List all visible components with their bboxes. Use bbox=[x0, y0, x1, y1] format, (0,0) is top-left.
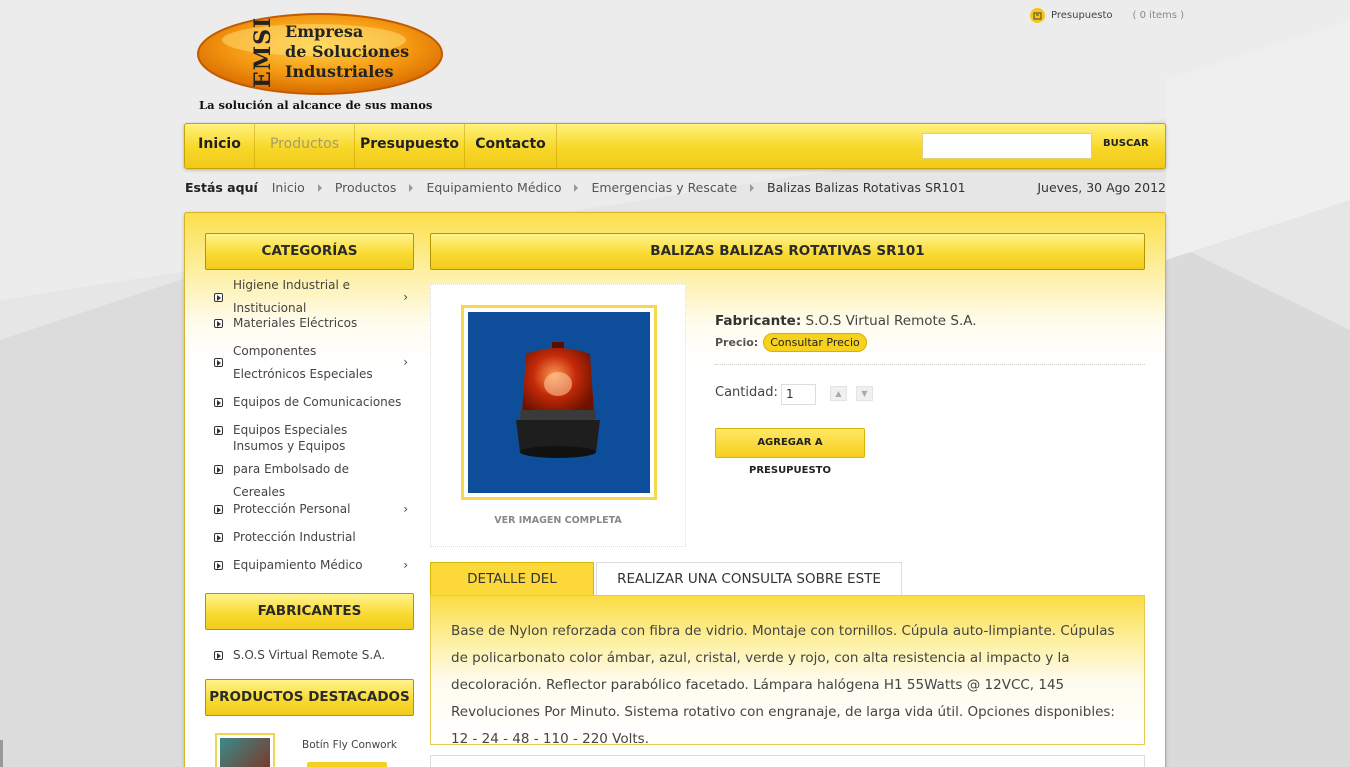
category-item[interactable]: Protección Personal › bbox=[205, 495, 414, 523]
consult-price-button[interactable]: Consultar Precio bbox=[763, 333, 867, 352]
add-to-quote-button[interactable]: AGREGAR A PRESUPUESTO bbox=[715, 428, 865, 476]
quantity-up-icon[interactable]: ▲ bbox=[830, 386, 847, 401]
scroll-edge bbox=[0, 740, 3, 767]
breadcrumb-item-productos[interactable]: Productos bbox=[335, 180, 397, 195]
manufacturer-item[interactable]: S.O.S Virtual Remote S.A. bbox=[205, 643, 414, 667]
category-label[interactable]: Equipos de Comunicaciones bbox=[233, 391, 401, 414]
category-item[interactable]: Componentes Electrónicos Especiales › bbox=[205, 337, 414, 388]
breadcrumb-separator-icon bbox=[409, 183, 414, 192]
featured-title: PRODUCTOS DESTACADOS bbox=[205, 679, 414, 716]
bullet-arrow-icon bbox=[214, 358, 223, 367]
manufacturers-title: FABRICANTES bbox=[205, 593, 414, 630]
product-image[interactable] bbox=[461, 305, 657, 500]
product-description: Base de Nylon reforzada con fibra de vid… bbox=[430, 595, 1145, 747]
cart-icon bbox=[1030, 8, 1045, 23]
breadcrumb-item-inicio[interactable]: Inicio bbox=[272, 180, 305, 195]
breadcrumb-separator-icon bbox=[574, 183, 579, 192]
manufacturer-label: Fabricante: bbox=[715, 313, 802, 329]
breadcrumb-item-emergencias[interactable]: Emergencias y Rescate bbox=[591, 180, 737, 195]
lower-section bbox=[430, 755, 1145, 767]
cart-count: ( 0 items ) bbox=[1132, 10, 1185, 21]
category-item[interactable]: Materiales Eléctricos bbox=[205, 309, 414, 337]
bullet-arrow-icon bbox=[214, 560, 223, 570]
category-item[interactable]: Higiene Industrial e Institucional › bbox=[205, 278, 414, 315]
bullet-arrow-icon bbox=[214, 465, 223, 474]
logo-line3: Industriales bbox=[285, 62, 394, 81]
category-label[interactable]: Equipamiento Médico bbox=[233, 554, 363, 577]
nav-item-contacto[interactable]: Contacto bbox=[465, 124, 557, 168]
bullet-arrow-icon bbox=[214, 532, 223, 542]
category-label[interactable]: Insumos y Equipos para Embolsado de Cere… bbox=[233, 435, 365, 504]
logo-line1: Empresa bbox=[285, 22, 364, 41]
bullet-arrow-icon bbox=[214, 650, 223, 660]
featured-product-button[interactable] bbox=[307, 762, 387, 767]
manufacturer-label[interactable]: S.O.S Virtual Remote S.A. bbox=[233, 644, 385, 667]
nav-item-productos[interactable]: Productos bbox=[255, 124, 355, 168]
main-nav: Inicio Productos Presupuesto Contacto BU… bbox=[184, 123, 1166, 169]
breadcrumb-separator-icon bbox=[317, 183, 322, 192]
category-item[interactable]: Equipamiento Médico › bbox=[205, 551, 414, 579]
category-item[interactable]: Protección Industrial bbox=[205, 523, 414, 551]
breadcrumb-item-current: Balizas Balizas Rotativas SR101 bbox=[767, 180, 966, 195]
manufacturer-row: Fabricante: S.O.S Virtual Remote S.A. bbox=[715, 313, 977, 329]
search-input[interactable] bbox=[922, 133, 1092, 159]
price-row: Precio: Consultar Precio bbox=[715, 333, 867, 352]
breadcrumb: Estás aquí Inicio Productos Equipamiento… bbox=[185, 180, 966, 195]
chevron-right-icon[interactable]: › bbox=[403, 554, 408, 577]
nav-item-presupuesto[interactable]: Presupuesto bbox=[355, 124, 465, 168]
current-date: Jueves, 30 Ago 2012 bbox=[1037, 180, 1166, 195]
divider bbox=[715, 364, 1145, 365]
category-label[interactable]: Materiales Eléctricos bbox=[233, 312, 357, 335]
product-title: BALIZAS BALIZAS ROTATIVAS SR101 bbox=[430, 233, 1145, 270]
breadcrumb-separator-icon bbox=[750, 183, 755, 192]
price-label: Precio: bbox=[715, 336, 759, 349]
bullet-arrow-icon bbox=[214, 318, 223, 328]
quantity-input[interactable]: 1 bbox=[781, 384, 816, 405]
view-full-image-link[interactable]: VER IMAGEN COMPLETA bbox=[431, 515, 685, 526]
search-button[interactable]: BUSCAR bbox=[1103, 138, 1149, 149]
chevron-right-icon[interactable]: › bbox=[403, 498, 408, 521]
featured-product-name[interactable]: Botín Fly Conwork bbox=[302, 739, 397, 751]
chevron-right-icon[interactable]: › bbox=[403, 286, 408, 309]
tab-product-inquiry[interactable]: REALIZAR UNA CONSULTA SOBRE ESTE PRODUCT… bbox=[596, 562, 902, 619]
nav-item-inicio[interactable]: Inicio bbox=[185, 124, 255, 168]
categories-title: CATEGORÍAS bbox=[205, 233, 414, 270]
manufacturer-name[interactable]: S.O.S Virtual Remote S.A. bbox=[806, 313, 977, 329]
category-list: Higiene Industrial e Institucional › Mate… bbox=[205, 278, 414, 579]
category-item[interactable]: Equipos de Comunicaciones bbox=[205, 388, 414, 416]
quantity-label: Cantidad: bbox=[715, 385, 778, 400]
category-label[interactable]: Protección Industrial bbox=[233, 526, 356, 549]
bullet-arrow-icon bbox=[214, 397, 223, 407]
breadcrumb-item-equipamiento[interactable]: Equipamiento Médico bbox=[426, 180, 561, 195]
logo-tagline: La solución al alcance de sus manos bbox=[199, 98, 433, 112]
beacon-light-image bbox=[516, 342, 600, 458]
tab-product-detail[interactable]: DETALLE DEL PRODUCTO bbox=[430, 562, 594, 619]
cart-summary[interactable]: Presupuesto ( 0 items ) bbox=[1030, 8, 1184, 23]
product-image-box: VER IMAGEN COMPLETA bbox=[430, 284, 686, 547]
bullet-arrow-icon bbox=[214, 292, 223, 302]
company-logo[interactable]: EMSI Empresa de Soluciones Industriales … bbox=[196, 12, 444, 116]
quantity-down-icon[interactable]: ▼ bbox=[856, 386, 873, 401]
logo-line2: de Soluciones bbox=[285, 42, 410, 61]
cart-label[interactable]: Presupuesto bbox=[1051, 10, 1113, 21]
bullet-arrow-icon bbox=[214, 425, 223, 435]
category-item[interactable]: Insumos y Equipos para Embolsado de Cere… bbox=[205, 439, 385, 499]
category-label[interactable]: Protección Personal bbox=[233, 498, 350, 521]
breadcrumb-prefix: Estás aquí bbox=[185, 180, 258, 195]
chevron-right-icon[interactable]: › bbox=[403, 351, 408, 374]
featured-product-image[interactable] bbox=[215, 733, 275, 767]
bullet-arrow-icon bbox=[214, 504, 223, 514]
category-label[interactable]: Componentes Electrónicos Especiales bbox=[233, 340, 384, 386]
logo-badge: EMSI bbox=[250, 16, 276, 88]
